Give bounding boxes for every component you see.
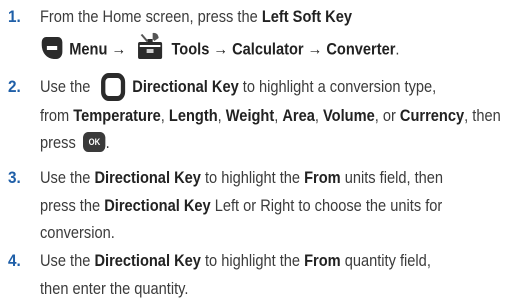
step-text: From the Home screen, press the Left Sof… [40, 3, 528, 65]
ok-key-icon: OK [83, 131, 106, 152]
step-4: 4. Use the Directional Key to highlight … [0, 247, 528, 302]
left-soft-key-label: Left Soft Key [261, 7, 352, 26]
menu-label: Menu [69, 38, 108, 58]
instruction-document: 1. From the Home screen, press the Left … [0, 0, 528, 302]
step-3: 3. Use the Directional Key to highlight … [0, 164, 528, 247]
directional-key-icon [101, 72, 126, 101]
step-number: 2. [8, 77, 21, 96]
converter-label: Converter [326, 38, 396, 58]
step-text: Use the Directional Key to highlight a c… [40, 72, 528, 157]
step-number: 4. [8, 251, 21, 270]
step-text: Use the Directional Key to highlight the… [40, 251, 431, 298]
tools-icon [135, 31, 164, 61]
left-soft-key-icon [41, 36, 63, 59]
calculator-label: Calculator [232, 38, 304, 58]
step-text: Use the Directional Key to highlight the… [40, 168, 444, 242]
directional-key-label: Directional Key [132, 77, 239, 96]
step-number: 1. [8, 7, 21, 26]
step-2: 2. Use the Directional Key to highlight … [0, 72, 528, 157]
step-1: 1. From the Home screen, press the Left … [0, 3, 528, 65]
step-number: 3. [8, 168, 21, 187]
tools-label: Tools [171, 38, 210, 58]
